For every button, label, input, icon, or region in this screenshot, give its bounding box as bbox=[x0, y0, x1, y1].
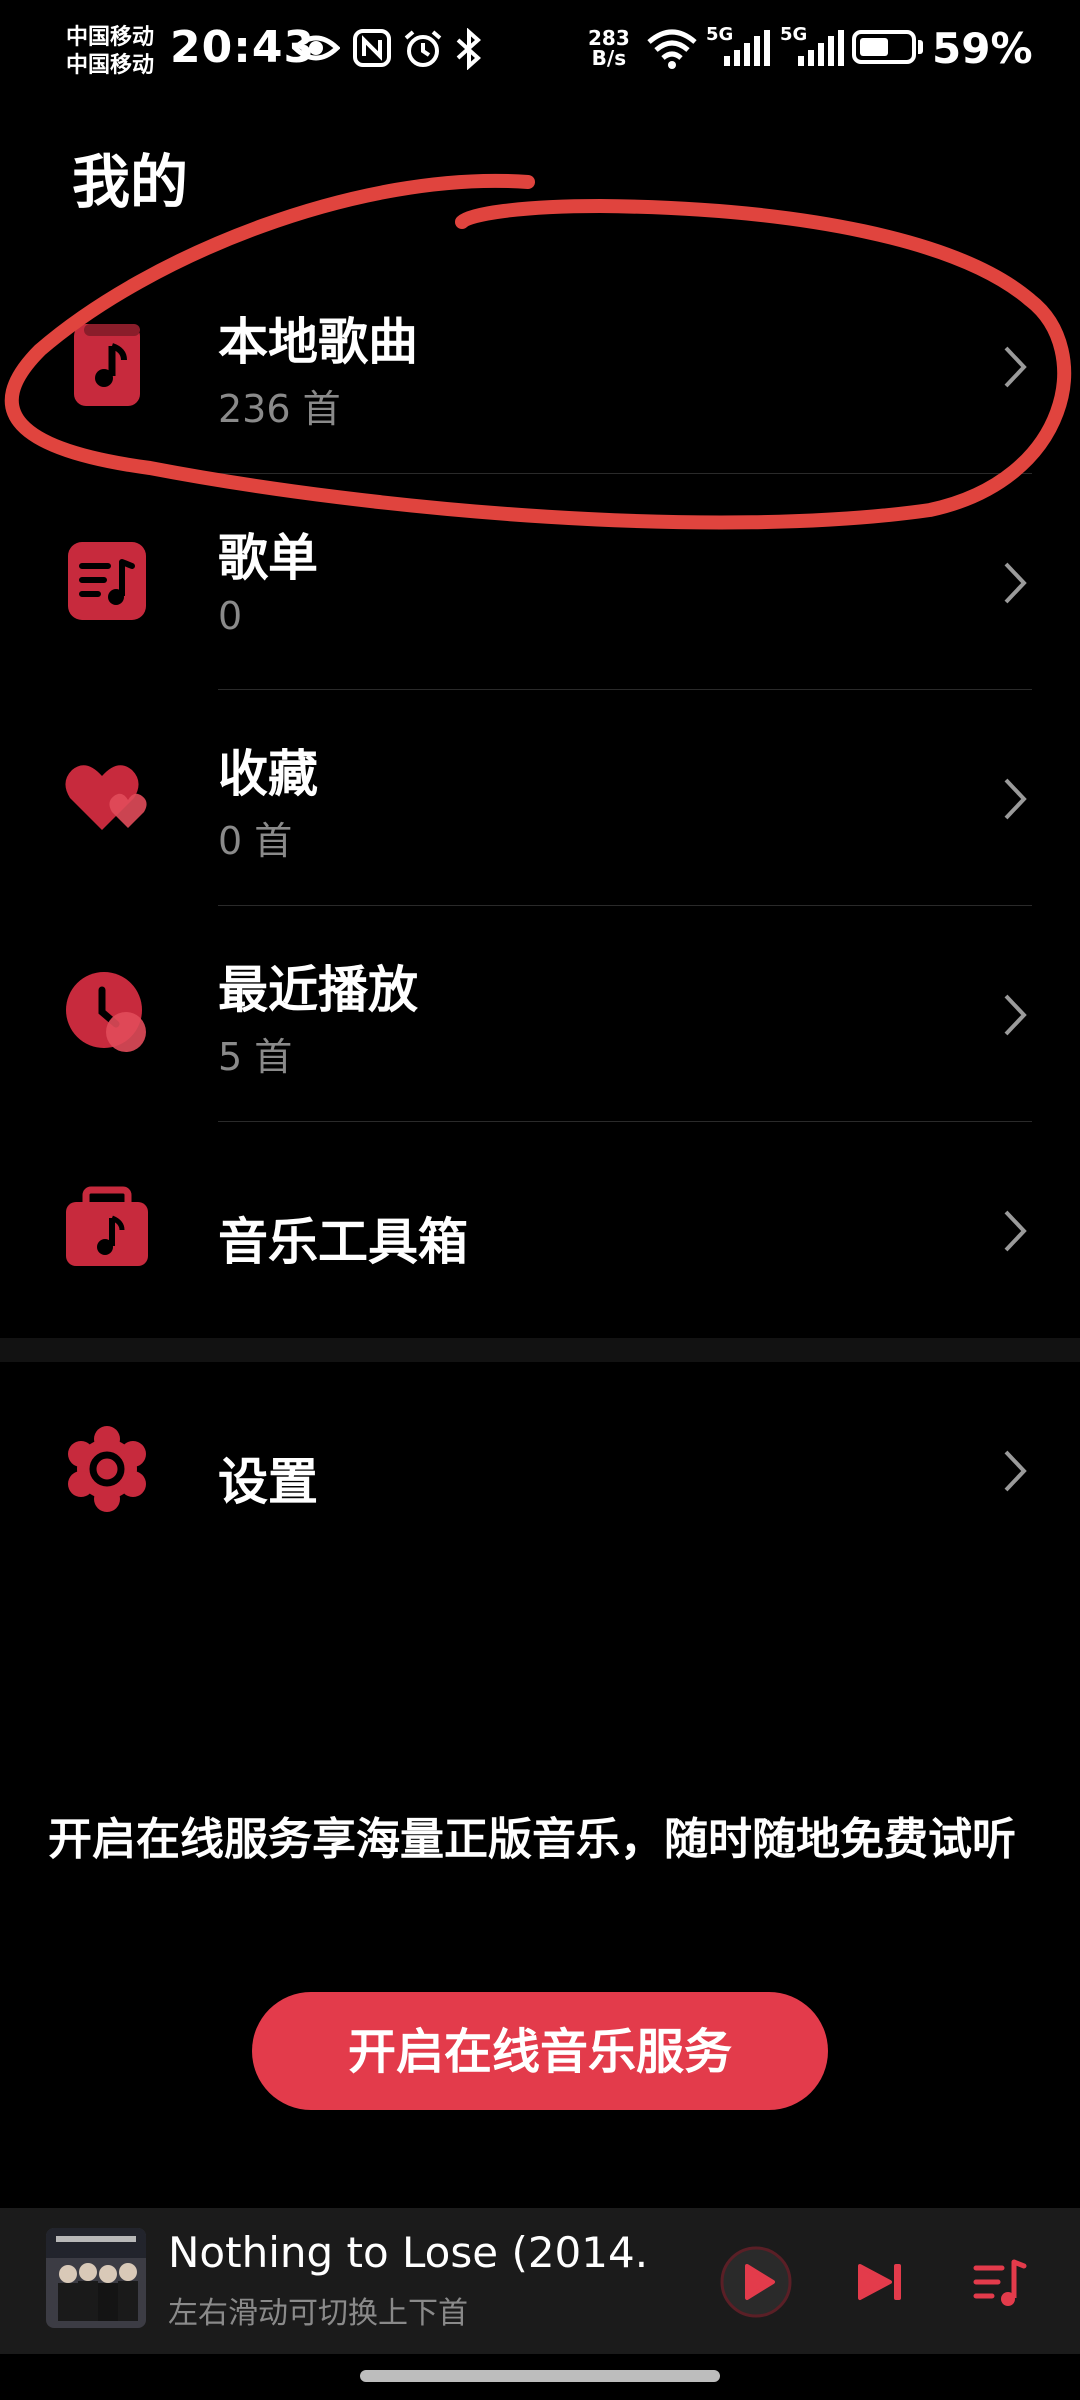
album-cover-image bbox=[46, 2228, 146, 2328]
music-note-icon bbox=[74, 324, 140, 406]
menu-item-label: 本地歌曲 bbox=[218, 313, 418, 371]
chevron-right-icon bbox=[1004, 778, 1027, 820]
alarm-icon bbox=[404, 30, 442, 67]
menu-item-playlists[interactable]: 歌单 0 bbox=[0, 474, 1080, 690]
menu-item-settings[interactable]: 设置 bbox=[0, 1362, 1080, 1578]
menu-item-label: 设置 bbox=[218, 1453, 318, 1511]
network-speed-unit: B/s bbox=[591, 46, 627, 70]
bluetooth-icon bbox=[456, 28, 481, 70]
menu-item-count: 5 首 bbox=[218, 1035, 293, 1079]
wifi-icon bbox=[647, 29, 697, 69]
section-separator bbox=[0, 1338, 1080, 1362]
menu-item-recently-played[interactable]: 最近播放 5 首 bbox=[0, 906, 1080, 1122]
menu-item-label: 歌单 bbox=[218, 529, 318, 587]
menu-item-favorites[interactable]: 收藏 0 首 bbox=[0, 690, 1080, 906]
chevron-right-icon bbox=[1004, 1210, 1027, 1252]
menu-item-count: 236 首 bbox=[218, 387, 341, 431]
battery-icon bbox=[852, 30, 916, 64]
mini-player[interactable]: Nothing to Lose (2014... 左右滑动可切换上下首 bbox=[0, 2208, 1080, 2354]
signal-strength-1-icon bbox=[724, 30, 770, 66]
menu-item-label: 音乐工具箱 bbox=[218, 1213, 468, 1271]
eye-icon bbox=[292, 35, 340, 61]
track-title: Nothing to Lose (2014... bbox=[168, 2228, 648, 2277]
next-track-button[interactable] bbox=[852, 2244, 912, 2320]
clock-icon bbox=[66, 972, 146, 1052]
home-indicator[interactable] bbox=[360, 2370, 720, 2382]
menu-item-music-toolbox[interactable]: 音乐工具箱 bbox=[0, 1122, 1080, 1338]
battery-percent: 59% bbox=[932, 24, 1033, 73]
carrier-1: 中国移动 bbox=[66, 25, 155, 50]
page-title: 我的 bbox=[72, 148, 189, 216]
battery-tip bbox=[918, 40, 923, 54]
menu-item-count: 0 bbox=[218, 594, 243, 638]
carrier-label: 中国移动 中国移动 bbox=[66, 24, 154, 80]
battery-level bbox=[860, 38, 888, 56]
menu-item-local-songs[interactable]: 本地歌曲 236 首 bbox=[0, 258, 1080, 474]
album-art[interactable] bbox=[46, 2228, 146, 2328]
network-speed-value: 283 bbox=[588, 26, 630, 50]
track-swipe-hint: 左右滑动可切换上下首 bbox=[168, 2296, 468, 2331]
chevron-right-icon bbox=[1004, 1450, 1027, 1492]
play-button[interactable] bbox=[718, 2244, 794, 2320]
gear-icon bbox=[68, 1426, 146, 1512]
online-service-promo-text: 开启在线服务享海量正版音乐，随时随地免费试听 bbox=[48, 1814, 1016, 1865]
menu-item-label: 最近播放 bbox=[218, 961, 418, 1019]
signal-strength-2-icon bbox=[798, 30, 844, 66]
chevron-right-icon bbox=[1004, 562, 1027, 604]
enable-online-music-button[interactable]: 开启在线音乐服务 bbox=[252, 1992, 828, 2110]
heart-icon bbox=[65, 765, 147, 830]
carrier-2: 中国移动 bbox=[66, 53, 155, 78]
chevron-right-icon bbox=[1004, 994, 1027, 1036]
network-speed: 283 B/s bbox=[588, 28, 630, 68]
toolbox-icon bbox=[66, 1186, 148, 1266]
menu-item-label: 收藏 bbox=[218, 745, 318, 803]
playlist-queue-button[interactable] bbox=[970, 2244, 1030, 2320]
chevron-right-icon bbox=[1004, 346, 1027, 388]
status-bar: 中国移动 中国移动 20:43 283 B/s 5G 5G 59% bbox=[0, 0, 1080, 110]
menu-item-count: 0 首 bbox=[218, 819, 293, 863]
playlist-icon bbox=[68, 542, 146, 620]
nfc-icon bbox=[353, 29, 391, 67]
